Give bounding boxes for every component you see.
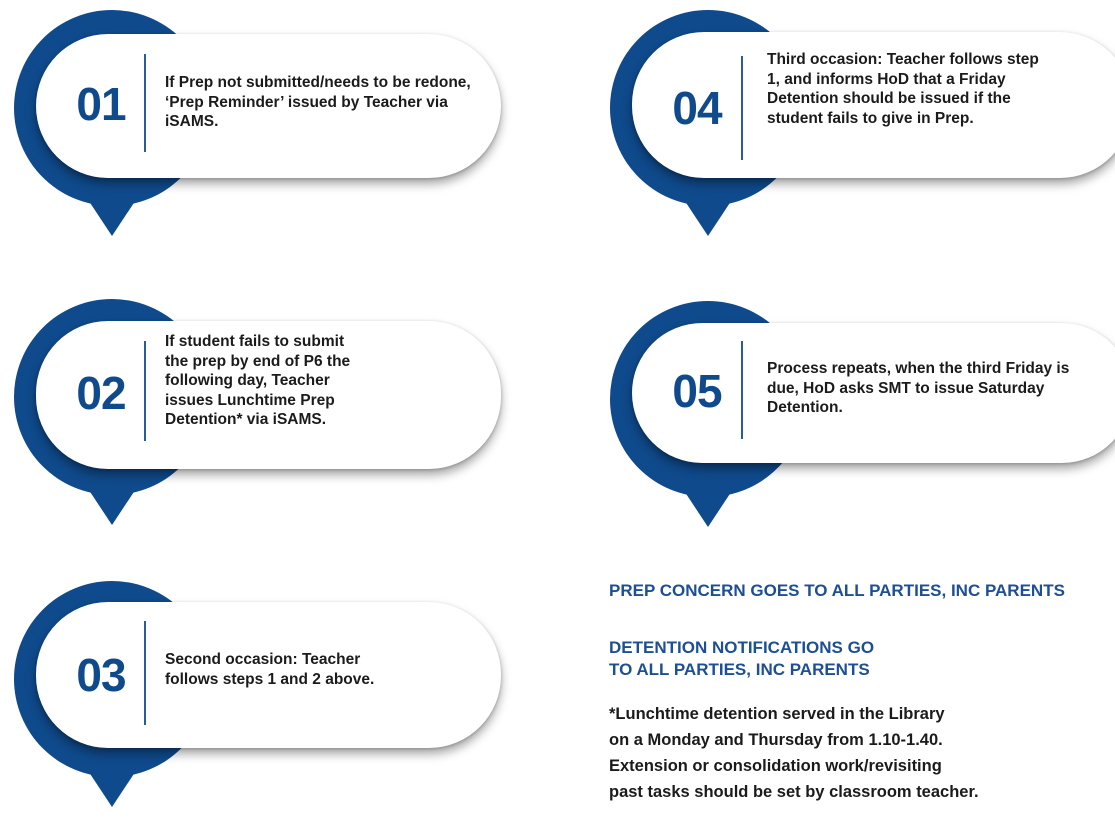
step-number: 04 (672, 82, 722, 134)
step-05: 05 Process repeats, when the third Frida… (610, 295, 1115, 555)
step-divider (144, 341, 146, 441)
step-description: Process repeats, when the third Friday i… (767, 360, 1070, 416)
step-04: 04 Third occasion: Teacher follows step … (610, 4, 1115, 264)
step-divider (144, 54, 146, 152)
step-divider (144, 621, 146, 725)
step-number: 01 (76, 78, 126, 130)
step-01: 01 If Prep not submitted/needs to be red… (14, 4, 514, 264)
step-02: 02 If student fails to submit the prep b… (14, 293, 514, 553)
step-number: 03 (76, 649, 126, 701)
step-divider (741, 56, 743, 160)
step-number: 05 (672, 365, 722, 417)
step-description: Third occasion: Teacher follows step 1, … (767, 51, 1039, 127)
step-description: If student fails to submit the prep by e… (165, 333, 351, 428)
lunchtime-detention-footnote: *Lunchtime detention served in the Libra… (609, 705, 979, 801)
step-number: 02 (76, 367, 126, 419)
detention-notifications-notice: DETENTION NOTIFICATIONS GO TO ALL PARTIE… (609, 638, 875, 679)
step-divider (741, 341, 743, 439)
step-description: If Prep not submitted/needs to be redone… (165, 74, 471, 130)
step-03: 03 Second occasion: Teacher follows step… (14, 575, 514, 835)
prep-concern-notice: PREP CONCERN GOES TO ALL PARTIES, INC PA… (609, 581, 1065, 600)
step-description: Second occasion: Teacher follows steps 1… (165, 651, 375, 688)
